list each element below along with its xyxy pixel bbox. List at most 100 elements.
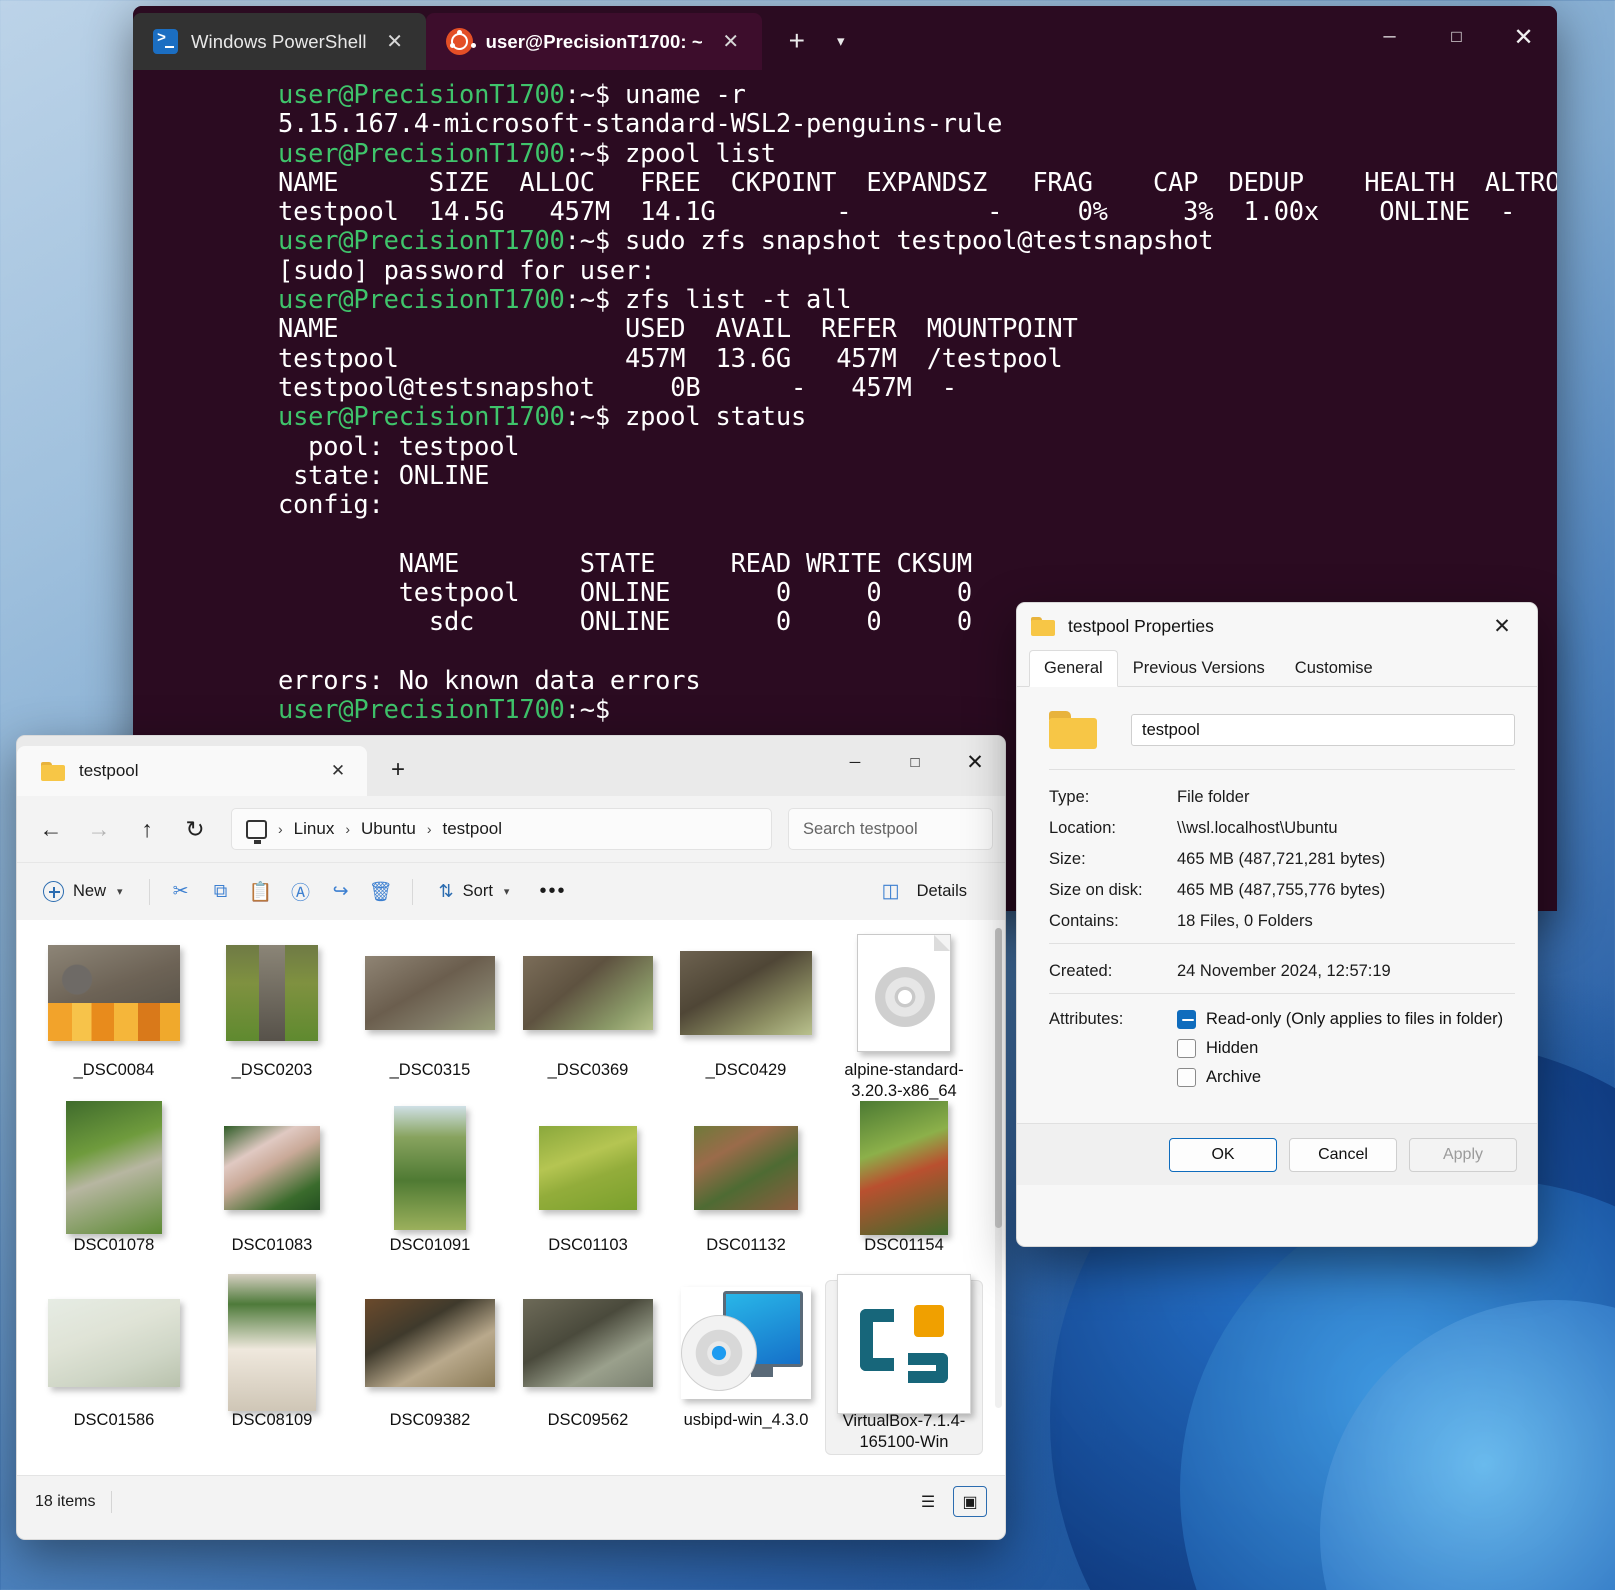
file-item[interactable]: DSC09562 xyxy=(509,1280,667,1455)
ok-button[interactable]: OK xyxy=(1169,1137,1277,1172)
file-item[interactable]: DSC01154 xyxy=(825,1100,983,1280)
minimize-button[interactable]: ─ xyxy=(825,736,885,788)
terminal-line: NAME SIZE ALLOC FREE CKPOINT EXPANDSZ FR… xyxy=(278,166,1557,197)
up-arrow-icon[interactable]: ↑ xyxy=(125,809,169,849)
terminal-tab-ubuntu[interactable]: user@PrecisionT1700: ~ ✕ xyxy=(425,13,762,70)
close-button[interactable]: ✕ xyxy=(1481,605,1523,647)
explorer-tab-testpool[interactable]: testpool ✕ xyxy=(17,746,367,796)
thumbnail-image xyxy=(394,1105,466,1230)
file-item[interactable]: DSC01091 xyxy=(351,1105,509,1280)
search-input[interactable]: Search testpool xyxy=(803,820,918,839)
file-item[interactable]: _DSC0084 xyxy=(35,930,193,1105)
file-item[interactable]: DSC01083 xyxy=(193,1105,351,1280)
checkbox-icon[interactable] xyxy=(1177,1039,1196,1058)
file-item[interactable]: DSC09382 xyxy=(351,1280,509,1455)
terminal-tab-powershell[interactable]: Windows PowerShell ✕ xyxy=(133,13,426,70)
back-arrow-icon[interactable]: ← xyxy=(29,809,73,849)
chevron-down-icon: ▾ xyxy=(117,886,123,898)
attribute-checkbox-row[interactable]: Hidden xyxy=(1177,1039,1503,1058)
large-icons-view-icon[interactable]: ▣ xyxy=(953,1486,987,1517)
terminal-tab-close-icon[interactable]: ✕ xyxy=(716,27,746,57)
breadcrumb-ubuntu[interactable]: Ubuntu xyxy=(361,819,416,839)
file-thumbnail xyxy=(825,1100,983,1235)
terminal-line: user@PrecisionT1700:~$ uname -r xyxy=(278,79,1557,109)
explorer-tabbar: testpool ✕ + ─ □ ✕ xyxy=(17,736,1005,796)
copy-icon[interactable]: ⧉ xyxy=(204,875,238,909)
file-name-label: _DSC0315 xyxy=(389,1061,471,1079)
created-row: Created: 24 November 2024, 12:57:19 xyxy=(1039,956,1515,987)
sort-button[interactable]: ⇅ Sort ▾ xyxy=(427,872,522,912)
cut-icon[interactable]: ✂ xyxy=(164,875,198,909)
terminal-new-tab-button[interactable]: + xyxy=(776,20,818,62)
folder-name-input[interactable]: testpool xyxy=(1131,714,1515,746)
file-item[interactable]: DSC01078 xyxy=(35,1101,193,1280)
file-explorer-window[interactable]: testpool ✕ + ─ □ ✕ ← → ↑ ↻ › Linux › Ubu… xyxy=(16,735,1006,1540)
breadcrumb-testpool[interactable]: testpool xyxy=(442,819,502,839)
more-options-button[interactable]: ••• xyxy=(527,872,578,912)
apply-button[interactable]: Apply xyxy=(1409,1137,1517,1172)
file-item[interactable]: _DSC0369 xyxy=(509,930,667,1105)
attribute-checkbox-row[interactable]: Archive xyxy=(1177,1068,1503,1087)
terminal-line: testpool@testsnapshot 0B - 457M - xyxy=(278,371,957,402)
delete-icon[interactable]: 🗑 xyxy=(364,875,398,909)
properties-dialog[interactable]: testpool Properties ✕ General Previous V… xyxy=(1016,602,1538,1247)
breadcrumb-linux[interactable]: Linux xyxy=(294,819,335,839)
explorer-new-tab-button[interactable]: + xyxy=(375,747,421,793)
forward-arrow-icon[interactable]: → xyxy=(77,809,121,849)
details-view-icon[interactable]: ☰ xyxy=(911,1486,945,1517)
property-label: Size on disk: xyxy=(1049,881,1143,899)
terminal-window-controls: ─ □ ✕ xyxy=(1356,6,1557,68)
maximize-button[interactable]: □ xyxy=(885,736,945,788)
thumbnail-image xyxy=(224,1125,320,1210)
thumbnail-image xyxy=(48,944,180,1041)
thumbnail-image xyxy=(860,1100,948,1235)
tab-general[interactable]: General xyxy=(1029,650,1118,687)
maximize-button[interactable]: □ xyxy=(1423,6,1490,68)
file-item[interactable]: _DSC0203 xyxy=(193,930,351,1105)
chevron-down-icon[interactable]: ▾ xyxy=(820,20,862,62)
property-label: Contains: xyxy=(1049,912,1119,930)
property-value: File folder xyxy=(1177,788,1250,806)
tab-customise[interactable]: Customise xyxy=(1280,650,1388,687)
this-pc-icon[interactable] xyxy=(246,819,267,844)
tab-previous-versions[interactable]: Previous Versions xyxy=(1118,650,1280,687)
details-pane-button[interactable]: ◫ Details xyxy=(862,872,979,912)
terminal-line: user@PrecisionT1700:~$ zpool status xyxy=(278,402,1557,431)
file-item[interactable]: VirtualBox-7.1.4-165100-Win xyxy=(825,1273,983,1455)
new-button[interactable]: New ▾ xyxy=(31,872,135,912)
plus-icon xyxy=(43,881,64,902)
file-item[interactable]: _DSC0429 xyxy=(667,930,825,1105)
file-item[interactable]: usbipd-win_4.3.0 xyxy=(667,1280,825,1455)
cancel-button[interactable]: Cancel xyxy=(1289,1137,1397,1172)
file-thumbnail xyxy=(509,1280,667,1405)
rename-icon[interactable]: Ⓐ xyxy=(284,875,318,909)
checkbox-icon[interactable] xyxy=(1177,1068,1196,1087)
close-button[interactable]: ✕ xyxy=(945,736,1005,788)
address-bar[interactable]: › Linux › Ubuntu › testpool xyxy=(231,808,772,850)
explorer-scrollbar[interactable] xyxy=(995,928,1002,1408)
terminal-tab-label: Windows PowerShell xyxy=(191,30,367,52)
share-icon[interactable]: ↪ xyxy=(324,875,358,909)
explorer-file-grid-area[interactable]: _DSC0084 _DSC0203 _DSC0315 _DSC0369 _DSC0429… xyxy=(17,920,1005,1475)
close-button[interactable]: ✕ xyxy=(1490,6,1557,68)
minimize-button[interactable]: ─ xyxy=(1356,6,1423,68)
file-item[interactable]: DSC01103 xyxy=(509,1105,667,1280)
file-item[interactable]: _DSC0315 xyxy=(351,930,509,1105)
terminal-command: :~$ sudo zfs snapshot testpool@testsnaps… xyxy=(564,225,1214,256)
thumbnail-image xyxy=(523,955,653,1030)
refresh-icon[interactable]: ↻ xyxy=(173,809,217,849)
search-box[interactable]: Search testpool xyxy=(788,808,993,850)
checkbox-icon[interactable] xyxy=(1177,1010,1196,1029)
file-thumbnail xyxy=(826,1273,982,1414)
attribute-checkbox-row[interactable]: Read-only (Only applies to files in fold… xyxy=(1177,1010,1503,1029)
file-item[interactable]: DSC01586 xyxy=(35,1280,193,1455)
file-item[interactable]: DSC01132 xyxy=(667,1105,825,1280)
terminal-tab-close-icon[interactable]: ✕ xyxy=(380,27,410,57)
file-item[interactable]: DSC08109 xyxy=(193,1274,351,1455)
file-item[interactable]: alpine-standard-3.20.3-x86_64 xyxy=(825,930,983,1105)
powershell-icon xyxy=(153,29,178,54)
close-icon[interactable]: ✕ xyxy=(325,758,351,784)
paste-icon[interactable]: 📋 xyxy=(244,875,278,909)
toolbar-divider xyxy=(411,878,413,905)
